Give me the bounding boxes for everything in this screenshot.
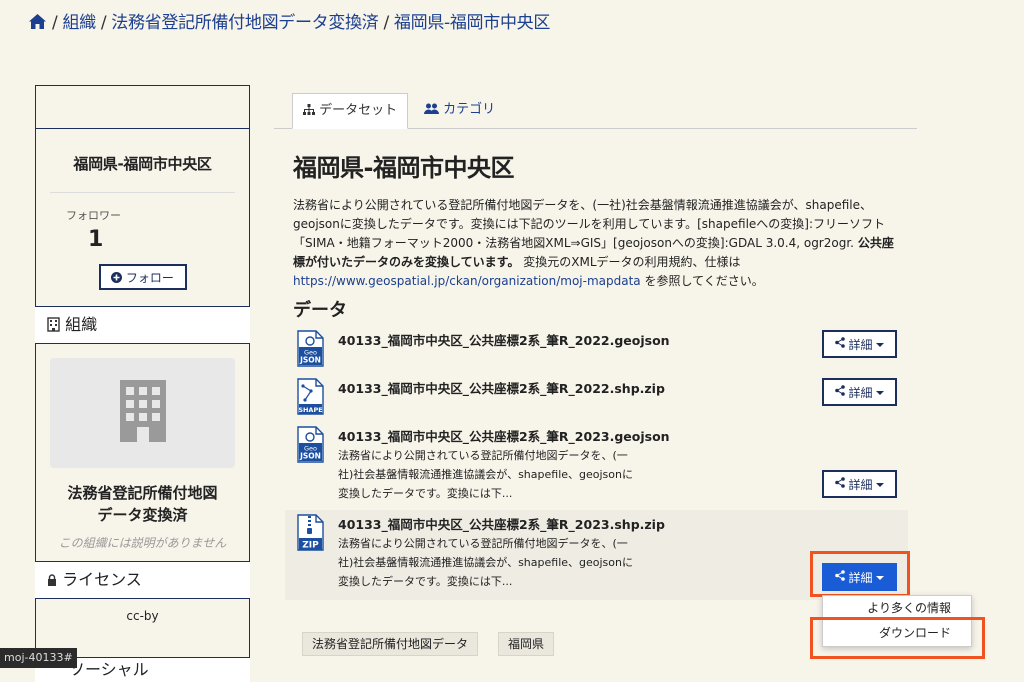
followers-label: フォロワー: [66, 209, 121, 222]
sitemap-icon: [303, 103, 315, 118]
caret-down-icon: [875, 477, 884, 491]
svg-text:SHAPE: SHAPE: [298, 406, 322, 414]
zip-file-icon: ZIP: [297, 514, 324, 555]
follow-button[interactable]: フォロー: [98, 264, 187, 290]
geojson-file-icon: Geo JSON: [297, 426, 324, 467]
breadcrumb-organizations[interactable]: 組織: [62, 13, 96, 33]
shape-file-icon: SHAPE: [297, 378, 324, 419]
org-link[interactable]: https://www.geospatial.jp/ckan/organizat…: [293, 274, 641, 288]
followers-count: 1: [88, 227, 104, 252]
org-image[interactable]: [50, 358, 235, 468]
follow-button-label: フォロー: [125, 271, 174, 285]
data-heading: データ: [293, 300, 347, 321]
resource-item[interactable]: Geo JSON 40133_福岡市中央区_公共座標2系_筆R_2023.geoj…: [285, 422, 908, 502]
highlight-download: [810, 617, 985, 659]
breadcrumb-dataset[interactable]: 福岡県-福岡市中央区: [394, 13, 550, 33]
geojson-file-icon: Geo JSON: [297, 330, 324, 371]
license-section-label: ライセンス: [62, 570, 142, 589]
resource-name[interactable]: 40133_福岡市中央区_公共座標2系_筆R_2023.geojson: [338, 426, 670, 445]
org-description: この組織には説明がありません: [58, 536, 227, 550]
sidebar: 福岡県-福岡市中央区 フォロワー 1 フォロー 組織 法務省登記所備付地図 データ…: [35, 85, 250, 682]
detail-button[interactable]: 詳細: [822, 330, 897, 358]
resource-name[interactable]: 40133_福岡市中央区_公共座標2系_筆R_2023.shp.zip: [338, 514, 665, 533]
detail-button-label: 詳細: [848, 337, 873, 352]
tab-bar: データセット カテゴリ: [274, 93, 917, 129]
org-section-label: 組織: [65, 315, 98, 334]
license-value[interactable]: cc-by: [36, 599, 249, 633]
sidebar-package-title: 福岡県-福岡市中央区: [73, 155, 212, 173]
detail-button-label: 詳細: [848, 385, 873, 400]
org-name-line1: 法務省登記所備付地図: [67, 484, 218, 502]
plus-circle-icon: [111, 271, 123, 285]
tab-dataset[interactable]: データセット: [292, 93, 409, 129]
highlight-detail-button: [810, 551, 910, 597]
org-name[interactable]: 法務省登記所備付地図 データ変換済: [36, 482, 249, 526]
share-icon: [835, 385, 846, 399]
sidebar-header: [36, 86, 249, 129]
lock-icon: [47, 570, 57, 589]
building-placeholder-icon: [118, 378, 168, 448]
detail-button-label: 詳細: [848, 477, 873, 492]
dataset-description: 法務省により公開されている登記所備付地図データを、(一社)社会基盤情報流通推進協…: [293, 196, 905, 291]
resource-name[interactable]: 40133_福岡市中央区_公共座標2系_筆R_2022.geojson: [338, 330, 670, 349]
detail-button[interactable]: 詳細: [822, 378, 897, 406]
users-icon: [424, 102, 439, 117]
detail-button[interactable]: 詳細: [822, 470, 897, 498]
resource-item[interactable]: SHAPE 40133_福岡市中央区_公共座標2系_筆R_2022.shp.zi…: [285, 374, 908, 418]
dataset-title: 福岡県-福岡市中央区: [293, 154, 514, 182]
license-section-header: ライセンス: [35, 561, 250, 599]
share-icon: [835, 477, 846, 491]
org-section-header: 組織: [35, 306, 250, 344]
resource-item[interactable]: Geo JSON 40133_福岡市中央区_公共座標2系_筆R_2022.geoj…: [285, 326, 908, 370]
home-icon[interactable]: [28, 13, 47, 33]
breadcrumb: / 組織 / 法務省登記所備付地図データ変換済 / 福岡県-福岡市中央区: [28, 8, 550, 33]
tag-item[interactable]: 福岡県: [498, 632, 555, 656]
resource-description: 法務省により公開されている登記所備付地図データを、(一社)社会基盤情報流通推進協…: [338, 449, 633, 500]
org-name-line2: データ変換済: [97, 506, 188, 524]
tab-category-label: カテゴリ: [443, 102, 496, 117]
description-text-1: 法務省により公開されている登記所備付地図データを、(一社)社会基盤情報流通推進協…: [293, 198, 886, 250]
caret-down-icon: [875, 337, 884, 351]
svg-text:ZIP: ZIP: [302, 541, 319, 551]
description-text-3: を参照してください。: [640, 274, 764, 288]
divider: [50, 192, 235, 193]
tab-dataset-label: データセット: [319, 103, 398, 118]
building-icon: [47, 315, 60, 334]
svg-text:JSON: JSON: [299, 356, 321, 365]
social-section-label: ソーシャル: [69, 660, 149, 679]
tag-item[interactable]: 法務省登記所備付地図データ: [302, 632, 479, 656]
breadcrumb-organization[interactable]: 法務省登記所備付地図データ変換済: [111, 13, 379, 33]
resource-name[interactable]: 40133_福岡市中央区_公共座標2系_筆R_2022.shp.zip: [338, 378, 665, 397]
resource-description: 法務省により公開されている登記所備付地図データを、(一社)社会基盤情報流通推進協…: [338, 537, 633, 588]
tab-category[interactable]: カテゴリ: [414, 93, 505, 127]
description-text-2: 変換元のXMLデータの利用規約、仕様は: [519, 255, 741, 269]
status-bar: moj-40133#: [0, 648, 77, 668]
share-icon: [835, 337, 846, 351]
caret-down-icon: [875, 385, 884, 399]
svg-text:JSON: JSON: [299, 452, 321, 461]
